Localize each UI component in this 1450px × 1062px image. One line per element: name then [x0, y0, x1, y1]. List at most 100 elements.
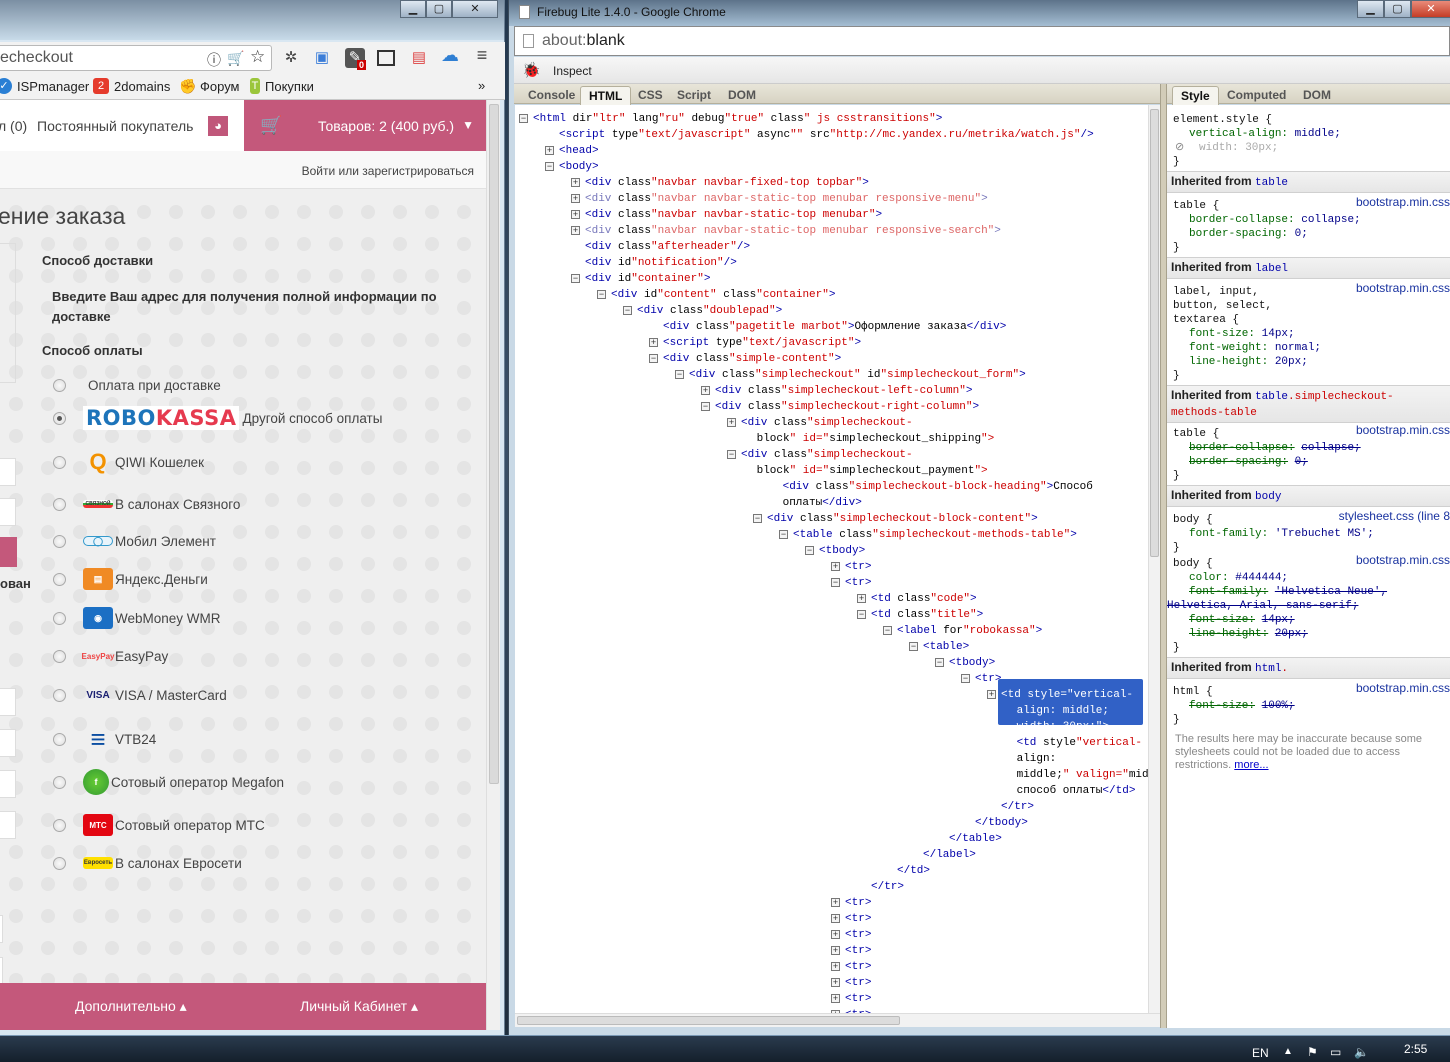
html-node[interactable]: <div id"notification"/>	[585, 255, 737, 271]
tab-dom[interactable]: DOM	[720, 86, 764, 105]
collapse-node-icon[interactable]: −	[571, 274, 580, 283]
collapse-node-icon[interactable]: −	[623, 306, 632, 315]
collapse-node-icon[interactable]: −	[701, 402, 710, 411]
html-node[interactable]: <div class"simplecheckout-right-column">	[715, 399, 979, 415]
html-node[interactable]: <label for"robokassa">	[897, 623, 1042, 639]
bookmark-2domains[interactable]: 2 2domains	[93, 78, 170, 94]
html-node[interactable]: <td class"code">	[871, 591, 977, 607]
html-node[interactable]: block" id="simplecheckout_payment">	[757, 463, 988, 479]
scrollbar-thumb[interactable]	[1150, 109, 1159, 557]
bookmark-forum[interactable]: ✊ Форум	[179, 78, 240, 94]
tab-console[interactable]: Console	[520, 86, 583, 105]
customer-link[interactable]: Постоянный покупатель	[37, 118, 193, 134]
payment-method-robokassa[interactable]: ROBOKASSA Другой способ оплаты	[53, 403, 382, 433]
html-node[interactable]: <body>	[559, 159, 599, 175]
payment-radio[interactable]	[53, 688, 66, 702]
css-line[interactable]: border-spacing: 0;	[1189, 227, 1308, 241]
footer-more-link[interactable]: Дополнительно ▴	[75, 998, 187, 1015]
html-node[interactable]: <tr>	[845, 575, 871, 591]
expand-node-icon[interactable]: +	[571, 210, 580, 219]
html-node[interactable]: middle;" valign="midd	[1017, 767, 1148, 783]
inherited-selector-link[interactable]: body	[1255, 491, 1281, 503]
html-node[interactable]: <div id"content" class"container">	[611, 287, 835, 303]
inherited-selector-link[interactable]: html.	[1255, 663, 1288, 675]
page-speed-icon[interactable]: ▣	[312, 48, 332, 68]
tab-style[interactable]: Style	[1172, 86, 1219, 105]
html-node[interactable]: <div class"simplecheckout-block-heading"…	[783, 479, 1093, 495]
html-node[interactable]: </tbody>	[975, 815, 1028, 831]
tab-html[interactable]: HTML	[580, 86, 632, 105]
html-node[interactable]: <tr>	[845, 911, 871, 927]
css-line[interactable]: border-spacing: 0;	[1189, 455, 1308, 469]
collapse-node-icon[interactable]: −	[805, 546, 814, 555]
collapse-node-icon[interactable]: −	[753, 514, 762, 523]
html-node[interactable]: <div class"navbar navbar-static-top menu…	[585, 207, 882, 223]
clipped-input[interactable]	[0, 957, 3, 985]
payment-method-qiwi[interactable]: Q QIWI Кошелек	[53, 447, 204, 477]
css-line[interactable]: line-height: 20px;	[1189, 355, 1308, 369]
html-node[interactable]: <tr>	[845, 991, 871, 1007]
maximize-button[interactable]: ▢	[426, 0, 452, 18]
html-node[interactable]: <script type"text/javascript">	[663, 335, 861, 351]
html-node[interactable]: <div class"simplecheckout" id"simplechec…	[689, 367, 1026, 383]
network-icon[interactable]: ▭	[1330, 1045, 1341, 1059]
html-node[interactable]: <tbody>	[949, 655, 995, 671]
firebug-bug-icon[interactable]: 🐞	[522, 61, 541, 79]
payment-radio[interactable]	[53, 856, 66, 870]
address-bar[interactable]: about:blank	[514, 26, 1450, 56]
payment-method-vtb24[interactable]: ≡ VTB24	[53, 724, 156, 754]
html-node[interactable]: <tr>	[845, 959, 871, 975]
close-button[interactable]: ✕	[452, 0, 498, 18]
expand-node-icon[interactable]: +	[545, 146, 554, 155]
payment-radio[interactable]	[53, 775, 66, 789]
action-center-icon[interactable]: ⚑	[1307, 1045, 1318, 1059]
html-node[interactable]: <div class"simple-content">	[663, 351, 841, 367]
html-node[interactable]: <html dir"ltr" lang"ru" debug"true" clas…	[533, 111, 942, 127]
payment-radio[interactable]	[53, 732, 66, 746]
inherited-selector-link[interactable]: table	[1255, 177, 1288, 189]
collapse-node-icon[interactable]: −	[519, 114, 528, 123]
stylesheet-source-link[interactable]: stylesheet.css (line 8	[1339, 509, 1450, 523]
more-link[interactable]: more...	[1234, 759, 1268, 771]
html-node[interactable]: </td>	[897, 863, 930, 879]
footer-account-link[interactable]: Личный Кабинет ▴	[300, 998, 418, 1015]
show-hidden-icons-button[interactable]: ▲	[1283, 1046, 1293, 1057]
html-node[interactable]: оплаты</div>	[783, 495, 862, 511]
html-node[interactable]: </tr>	[871, 879, 904, 895]
payment-radio[interactable]	[53, 378, 66, 392]
expand-node-icon[interactable]: +	[857, 594, 866, 603]
bookmark-ispmanager[interactable]: ✓ ISPmanager	[0, 78, 89, 94]
payment-radio[interactable]	[53, 411, 66, 425]
page-scrollbar[interactable]	[486, 100, 500, 1030]
cart-button[interactable]: 🛒 Товаров: 2 (400 руб.) ▼	[244, 100, 486, 151]
html-node[interactable]: способ оплаты</td>	[1017, 783, 1136, 799]
css-line[interactable]: font-weight: normal;	[1189, 341, 1321, 355]
html-node[interactable]: <div class"navbar navbar-static-top menu…	[585, 191, 988, 207]
payment-radio[interactable]	[53, 455, 66, 469]
html-node[interactable]: <div class"pagetitle marbot">Оформление …	[663, 319, 1006, 335]
expand-node-icon[interactable]: +	[831, 562, 840, 571]
html-panel-vscrollbar[interactable]	[1148, 105, 1160, 1013]
expand-node-icon[interactable]: +	[649, 338, 658, 347]
inspect-button[interactable]: Inspect	[553, 64, 592, 78]
scrollbar-thumb[interactable]	[517, 1016, 900, 1025]
stylesheet-source-link[interactable]: bootstrap.min.css	[1356, 423, 1450, 437]
payment-method-mts[interactable]: МТС Сотовый оператор МТС	[53, 810, 265, 840]
html-node[interactable]: <tr>	[845, 559, 871, 575]
payment-method-mobil-element[interactable]: ◯ Мобил Элемент	[53, 526, 216, 556]
html-node[interactable]: <tr>	[845, 1007, 871, 1013]
clipped-input[interactable]	[0, 688, 16, 716]
window-icon[interactable]	[377, 50, 395, 66]
expand-node-icon[interactable]: +	[831, 1010, 840, 1013]
language-indicator[interactable]: EN	[1252, 1046, 1269, 1060]
tab-computed[interactable]: Computed	[1219, 86, 1294, 105]
html-node[interactable]: <script type"text/javascript" async"" sr…	[559, 127, 1094, 143]
expand-node-icon[interactable]: +	[831, 962, 840, 971]
collapse-node-icon[interactable]: −	[779, 530, 788, 539]
stylesheet-source-link[interactable]: bootstrap.min.css	[1356, 195, 1450, 209]
css-line[interactable]: font-size: 14px;	[1189, 327, 1295, 341]
html-node-selected[interactable]: align: middle;	[1017, 703, 1109, 719]
collapse-node-icon[interactable]: −	[935, 658, 944, 667]
html-node[interactable]: <div class"simplecheckout-	[741, 415, 913, 431]
bookmarks-more-button[interactable]: »	[478, 78, 485, 93]
